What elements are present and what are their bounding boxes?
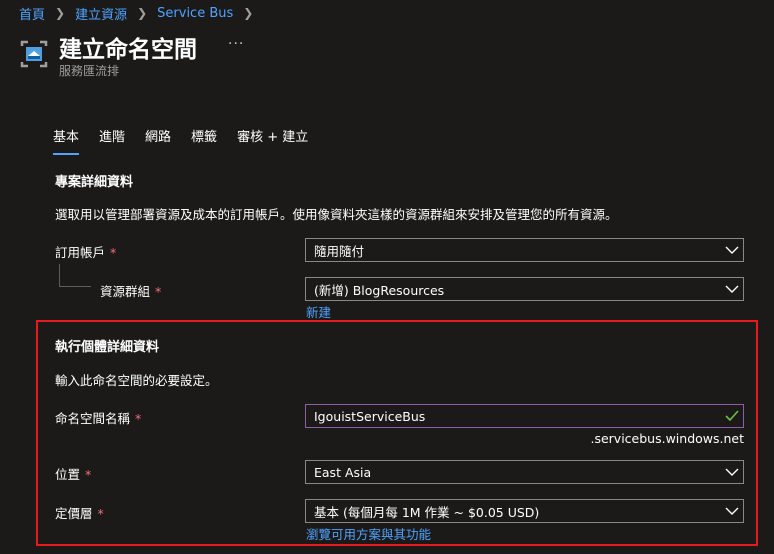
namespace-name-label: 命名空間名稱 * (55, 408, 141, 427)
subscription-value: 隨用隨付 (314, 243, 365, 259)
tab-tags[interactable]: 標籤 (191, 126, 217, 155)
resource-group-value: (新增) BlogResources (314, 282, 445, 298)
chevron-down-icon (721, 239, 743, 261)
location-label-text: 位置 (55, 467, 81, 482)
instance-details-heading: 執行個體詳細資料 (55, 340, 160, 355)
namespace-name-input[interactable]: IgouistServiceBus (305, 404, 744, 428)
page-title: 建立命名空間 (59, 37, 197, 63)
chevron-down-icon (721, 500, 743, 522)
tab-basics[interactable]: 基本 (53, 126, 80, 155)
location-label: 位置 * (55, 464, 91, 483)
checkmark-icon (721, 405, 743, 427)
breadcrumb-separator-icon: ❯ (55, 6, 66, 20)
more-options-button[interactable]: ··· (228, 36, 244, 52)
tab-advanced[interactable]: 進階 (99, 126, 125, 155)
chevron-down-icon (721, 278, 743, 300)
pricing-tier-label: 定價層 * (55, 503, 104, 522)
pricing-tier-dropdown[interactable]: 基本 (每個月每 1M 作業 ~ $0.05 USD) (305, 499, 744, 523)
required-marker: * (155, 284, 162, 299)
subscription-label: 訂用帳戶 * (55, 242, 116, 261)
pricing-tier-label-text: 定價層 (55, 506, 93, 521)
subscription-dropdown[interactable]: 隨用隨付 (305, 238, 744, 262)
instance-details-description: 輸入此命名空間的必要設定。 (55, 373, 218, 388)
tree-connector (59, 264, 60, 286)
location-dropdown[interactable]: East Asia (305, 460, 744, 484)
tab-review-create[interactable]: 審核 + 建立 (237, 126, 308, 155)
page-subtitle: 服務匯流排 (59, 64, 120, 78)
breadcrumb: 首頁 ❯ 建立資源 ❯ Service Bus ❯ (19, 3, 263, 23)
required-marker: * (85, 467, 92, 482)
resource-group-label: 資源群組 * (100, 281, 161, 300)
required-marker: * (135, 411, 142, 426)
location-value: East Asia (314, 464, 372, 480)
tab-networking[interactable]: 網路 (145, 126, 171, 155)
service-bus-icon (20, 40, 48, 68)
subscription-label-text: 訂用帳戶 (55, 245, 106, 260)
chevron-down-icon (721, 461, 743, 483)
resource-group-label-text: 資源群組 (100, 284, 151, 299)
namespace-suffix: .servicebus.windows.net (590, 431, 744, 446)
namespace-name-label-text: 命名空間名稱 (55, 411, 131, 426)
breadcrumb-home[interactable]: 首頁 (19, 4, 45, 23)
required-marker: * (97, 506, 104, 521)
resource-group-dropdown[interactable]: (新增) BlogResources (305, 277, 744, 301)
tree-connector (59, 286, 91, 287)
browse-plans-link[interactable]: 瀏覽可用方案與其功能 (306, 524, 431, 543)
breadcrumb-separator-icon: ❯ (137, 6, 148, 20)
project-details-heading: 專案詳細資料 (55, 175, 134, 190)
namespace-name-value: IgouistServiceBus (314, 408, 426, 424)
tab-bar: 基本 進階 網路 標籤 審核 + 建立 (53, 126, 328, 155)
required-marker: * (110, 245, 117, 260)
pricing-tier-value: 基本 (每個月每 1M 作業 ~ $0.05 USD) (314, 504, 540, 520)
create-new-resource-group-link[interactable]: 新建 (306, 302, 331, 321)
breadcrumb-create-resource[interactable]: 建立資源 (75, 4, 127, 23)
project-details-description: 選取用以管理部署資源及成本的訂用帳戶。使用像資料夾這樣的資源群組來安排及管理您的… (55, 207, 618, 222)
breadcrumb-separator-icon: ❯ (243, 6, 254, 20)
breadcrumb-service-bus[interactable]: Service Bus (157, 6, 233, 21)
